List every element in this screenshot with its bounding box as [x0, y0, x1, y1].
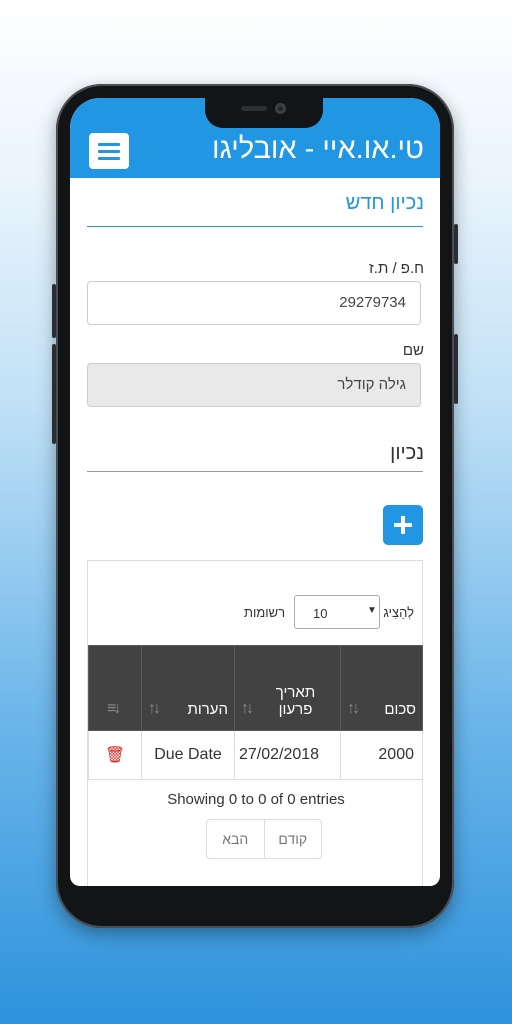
sort-arrows-icon[interactable]: ↓↑ [347, 700, 360, 718]
title-divider [87, 226, 423, 227]
power-button [454, 224, 458, 264]
table-panel: לְהַצִיג 10 ▼ רשומות סכום ↓↑ תאריך פרעון ↓… [87, 560, 423, 886]
col-amount-label: סכום [384, 701, 416, 718]
discount-table: סכום ↓↑ תאריך פרעון ↓↑ הערות ↓↑ ↓≡ 2000 27/… [88, 645, 423, 780]
sort-arrows-icon[interactable]: ↓↑ [148, 700, 161, 718]
col-notes-label: הערות [187, 701, 228, 718]
col-amount-header[interactable]: סכום ↓↑ [340, 645, 423, 731]
camera-icon [275, 103, 286, 114]
phone-frame: טי.או.איי - אובליגו נכיון חדש ח.פ / ת.ז … [52, 84, 458, 928]
entries-label: רשומות [244, 605, 286, 620]
page-size-select[interactable]: 10 ▼ [294, 595, 380, 629]
pagination: הבא קודם [206, 819, 322, 859]
main-content: נכיון חדש ח.פ / ת.ז 29279734 שם גילה קוד… [70, 178, 440, 886]
name-field: גילה קודלר [87, 363, 421, 407]
sort-arrows-icon[interactable]: ↓↑ [241, 700, 254, 718]
hamburger-menu-icon[interactable] [89, 133, 129, 169]
speaker [241, 106, 267, 111]
col-actions-header[interactable]: ↓≡ [88, 645, 142, 731]
volume-button [52, 284, 56, 338]
name-label: שם [402, 342, 424, 359]
discount-divider [87, 471, 423, 472]
table-info: Showing 0 to 0 of 0 entries [167, 791, 345, 808]
table-header-row: סכום ↓↑ תאריך פרעון ↓↑ הערות ↓↑ ↓≡ [88, 645, 423, 731]
page-title: נכיון חדש [345, 192, 424, 214]
screen: טי.או.איי - אובליגו נכיון חדש ח.פ / ת.ז … [70, 98, 440, 886]
table-row: 2000 27/02/2018 Due Date 🗑 [88, 730, 423, 780]
col-due-date-label: תאריך פרעון [275, 684, 316, 718]
chevron-down-icon: ▼ [367, 605, 377, 616]
power-button [454, 334, 458, 404]
discount-section-title: נכיון [390, 442, 424, 464]
page-size-value: 10 [313, 606, 328, 621]
col-notes-header[interactable]: הערות ↓↑ [141, 645, 235, 731]
sort-arrows-icon[interactable]: ↓≡ [107, 700, 121, 718]
id-field[interactable]: 29279734 [87, 281, 421, 325]
prev-page-button[interactable]: קודם [263, 820, 322, 858]
notch [205, 98, 323, 128]
volume-button [52, 344, 56, 444]
trash-icon[interactable]: 🗑 [88, 730, 142, 780]
next-page-button[interactable]: הבא [207, 820, 264, 858]
show-label: לְהַצִיג [383, 605, 414, 620]
id-label: ח.פ / ת.ז [368, 260, 424, 277]
add-row-button[interactable] [383, 505, 423, 545]
amount-cell: 2000 [340, 730, 423, 780]
app-title: טי.או.איי - אובליגו [212, 133, 424, 165]
due-date-cell: 27/02/2018 [234, 730, 341, 780]
notes-cell: Due Date [141, 730, 235, 780]
col-due-date-header[interactable]: תאריך פרעון ↓↑ [234, 645, 341, 731]
